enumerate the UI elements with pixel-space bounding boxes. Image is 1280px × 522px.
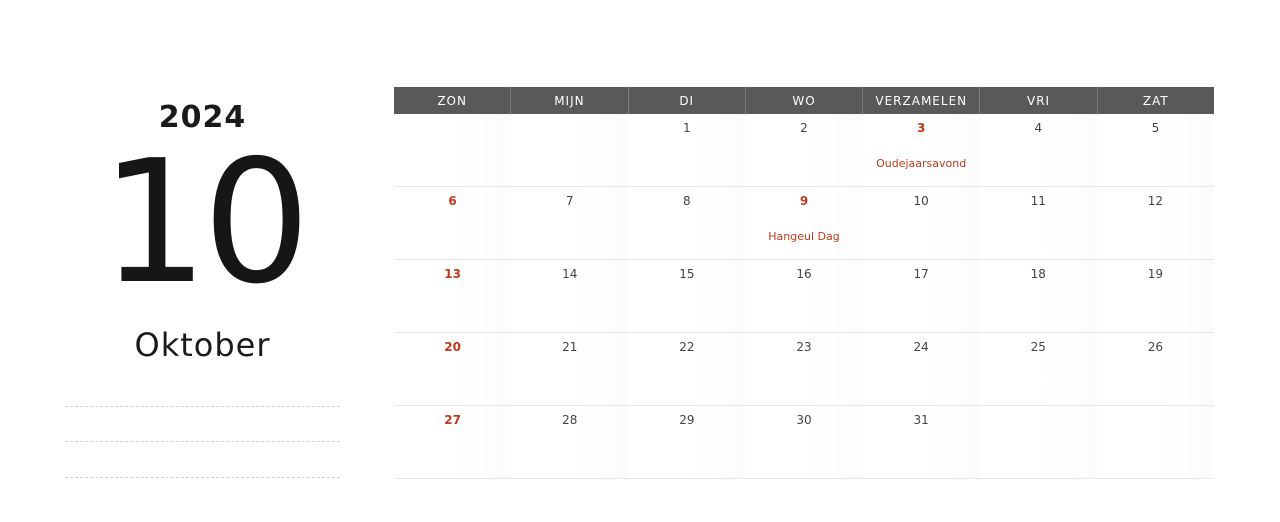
- day-cell: 21: [511, 333, 629, 405]
- note-line: [65, 477, 340, 478]
- day-number: 6: [448, 194, 457, 208]
- month-number: 10: [100, 124, 310, 322]
- day-number: 19: [1147, 267, 1164, 281]
- day-cell: 22: [628, 333, 746, 405]
- day-cell: 25: [979, 333, 1097, 405]
- day-cell: 16: [745, 260, 863, 332]
- day-number: 15: [679, 267, 695, 281]
- day-number: 8: [683, 194, 691, 208]
- day-number: 25: [1030, 340, 1046, 354]
- note-line: [65, 406, 340, 407]
- day-number: 3: [916, 121, 926, 135]
- weekday-header-cell: ZAT: [1142, 93, 1169, 108]
- day-cell: 17: [862, 260, 980, 332]
- day-cell: 20: [394, 333, 512, 405]
- day-cell: 29: [628, 406, 746, 478]
- day-cell: 9 Hangeul Dag: [745, 187, 863, 259]
- day-number: 16: [796, 267, 812, 281]
- weekday-header-cell: DI: [629, 87, 746, 114]
- day-number: 22: [679, 340, 695, 354]
- day-number: 7: [565, 194, 574, 208]
- week-row: 27 28 29 30 31: [394, 406, 1214, 479]
- day-number: 27: [444, 413, 461, 427]
- day-number: 18: [1030, 267, 1046, 281]
- weekday-header-cell: VRI: [980, 87, 1098, 114]
- day-number: 29: [679, 413, 695, 427]
- day-number: 9: [799, 194, 809, 208]
- day-cell: [1096, 406, 1214, 478]
- day-number: 24: [913, 340, 929, 354]
- day-number: 31: [913, 413, 929, 427]
- day-cell: 27: [394, 406, 512, 478]
- day-number: 12: [1147, 194, 1164, 208]
- day-number: 4: [1034, 121, 1043, 135]
- weekday-header-cell: WO: [746, 87, 864, 114]
- day-cell: 3 Oudejaarsavond: [862, 114, 980, 186]
- note-line: [65, 441, 340, 442]
- week-row: 1 2 3 Oudejaarsavond 4 5: [394, 114, 1214, 187]
- day-number: 26: [1147, 340, 1164, 354]
- day-cell: 13: [394, 260, 512, 332]
- day-number: 20: [444, 340, 461, 354]
- day-cell: [979, 406, 1097, 478]
- day-number: 17: [913, 267, 929, 281]
- day-number: 11: [1030, 194, 1046, 208]
- day-cell: 23: [745, 333, 863, 405]
- day-number: 10: [913, 194, 929, 208]
- day-cell: 14: [511, 260, 629, 332]
- weeks-body: 1 2 3 Oudejaarsavond 4 5 6 7 8 9 Hangeul Dag 10 11 12…: [394, 114, 1214, 479]
- weekday-header-cell: MIJN: [511, 87, 629, 114]
- month-name: Oktober: [134, 326, 271, 364]
- day-cell: 6: [394, 187, 512, 259]
- holiday-label: Hangeul Dag: [768, 230, 840, 243]
- day-number: 1: [683, 121, 691, 135]
- week-row: 13 14 15 16 17 18 19: [394, 260, 1214, 333]
- week-row: 6 7 8 9 Hangeul Dag 10 11 12: [394, 187, 1214, 260]
- weekday-header-cell: ZON: [394, 87, 512, 114]
- day-cell: 12: [1096, 187, 1214, 259]
- day-cell: 1: [628, 114, 746, 186]
- day-number: 30: [796, 413, 812, 427]
- day-cell: [511, 114, 629, 186]
- day-number: 2: [800, 121, 808, 135]
- day-cell: 4: [979, 114, 1097, 186]
- calendar-grid: ZON MIJN DI WO VERZAMELEN VRI ZAT 1 2 3 Oud…: [394, 87, 1214, 479]
- day-cell: 28: [511, 406, 629, 478]
- day-cell: 26: [1096, 333, 1214, 405]
- day-cell: 19: [1096, 260, 1214, 332]
- day-cell: [394, 114, 512, 186]
- day-cell: 5: [1096, 114, 1214, 186]
- day-number: 21: [562, 340, 578, 354]
- day-cell: 10: [862, 187, 980, 259]
- holiday-label: Oudejaarsavond: [876, 157, 967, 170]
- day-number: 13: [444, 267, 461, 281]
- weekday-header: ZON MIJN DI WO VERZAMELEN VRI ZAT: [394, 87, 1214, 114]
- day-number: 28: [562, 413, 578, 427]
- weekday-header-cell: VERZAMELEN: [863, 87, 981, 114]
- day-cell: 11: [979, 187, 1097, 259]
- day-cell: 8: [628, 187, 746, 259]
- day-number: 23: [796, 340, 812, 354]
- day-cell: 31: [862, 406, 980, 478]
- day-cell: 7: [511, 187, 629, 259]
- week-row: 20 21 22 23 24 25 26: [394, 333, 1214, 406]
- day-cell: 15: [628, 260, 746, 332]
- day-number: 14: [562, 267, 578, 281]
- day-cell: 2: [745, 114, 863, 186]
- day-cell: 30: [745, 406, 863, 478]
- day-number: 5: [1151, 121, 1160, 135]
- day-cell: 24: [862, 333, 980, 405]
- day-cell: 18: [979, 260, 1097, 332]
